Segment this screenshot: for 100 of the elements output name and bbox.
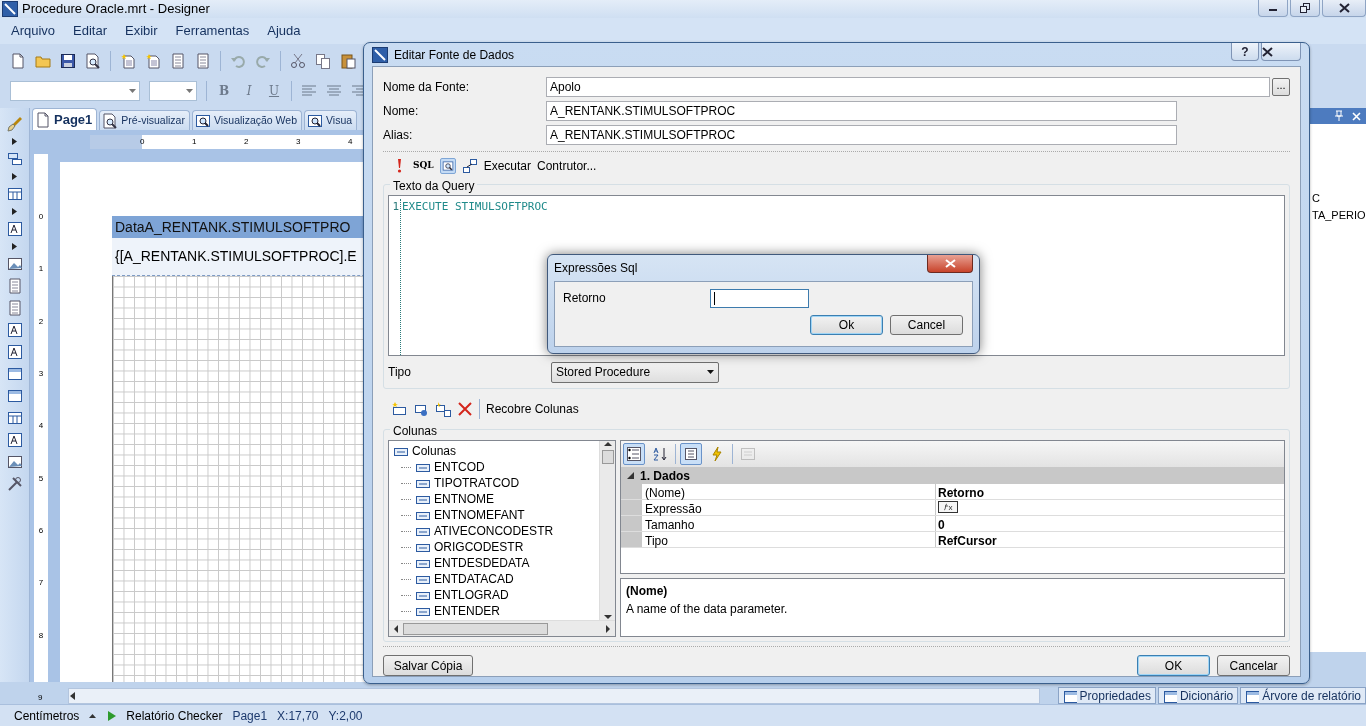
checker-label[interactable]: Relatório Checker <box>126 706 223 725</box>
menu-item[interactable]: Editar <box>64 21 117 41</box>
image-icon[interactable] <box>6 454 23 470</box>
tree-item[interactable]: ENTENDER <box>415 603 500 619</box>
tree-item[interactable]: ENTLOGRAD <box>415 587 509 603</box>
run-button[interactable]: Executar <box>483 157 532 175</box>
page-icon[interactable] <box>6 278 23 294</box>
cut-icon[interactable] <box>290 53 306 69</box>
tab[interactable]: Page1 <box>32 108 98 130</box>
textbox-icon[interactable] <box>6 344 23 360</box>
new-report-icon[interactable] <box>120 53 136 69</box>
retrieve-columns-button[interactable]: Recobre Colunas <box>486 400 579 418</box>
play-icon[interactable] <box>106 709 117 722</box>
dialog-button[interactable]: Salvar Cópia <box>383 655 473 676</box>
horizontal-scrollbar[interactable] <box>68 688 1040 704</box>
dialog-button[interactable]: Cancelar <box>1217 655 1290 676</box>
collapse-icon[interactable] <box>627 472 634 479</box>
scroll-left-icon[interactable] <box>393 624 399 633</box>
arrow-icon[interactable] <box>12 138 17 145</box>
menu-item[interactable]: Arquivo <box>2 21 65 41</box>
tree-item[interactable]: ENTNOMEFANT <box>415 507 525 523</box>
horizontal-scrollbar[interactable] <box>389 620 615 636</box>
new-page-icon[interactable] <box>145 53 161 69</box>
dock-tab[interactable]: Propriedades <box>1057 687 1156 704</box>
dialog-button[interactable]: OK <box>1137 655 1210 676</box>
categorized-button[interactable] <box>623 443 645 465</box>
page-icon[interactable] <box>6 300 23 316</box>
page-icon[interactable] <box>170 53 186 69</box>
tree-item[interactable]: ENTDATACAD <box>415 571 514 587</box>
up-arrow-icon[interactable] <box>89 713 97 718</box>
delete-icon[interactable] <box>457 401 473 417</box>
brush-icon[interactable] <box>6 116 23 132</box>
builder-icon[interactable] <box>461 158 478 174</box>
text-field[interactable]: A_RENTANK.STIMULSOFTPROC <box>546 125 1177 145</box>
panel-icon[interactable] <box>6 388 23 404</box>
arrow-icon[interactable] <box>12 243 17 250</box>
copy-icon[interactable] <box>315 53 331 69</box>
sql-button[interactable]: SQL <box>413 159 434 173</box>
close-icon[interactable] <box>1351 110 1362 122</box>
panel-icon[interactable] <box>6 366 23 382</box>
category-row[interactable]: 1. Dados <box>621 467 1284 484</box>
paste-icon[interactable] <box>340 53 356 69</box>
builder-button[interactable]: Contrutor... <box>537 157 597 175</box>
tools-icon[interactable] <box>6 476 23 492</box>
menu-item[interactable]: Exibir <box>116 21 167 41</box>
tab[interactable]: Visualização Web <box>191 110 302 130</box>
scroll-up-icon[interactable] <box>603 441 612 447</box>
input-field[interactable] <box>710 288 809 308</box>
tab[interactable]: Pré-visualizar <box>99 110 190 130</box>
tree-item[interactable]: TIPOTRATCOD <box>415 475 520 491</box>
restore-button[interactable] <box>1290 0 1320 17</box>
property-value[interactable]: Retorno <box>936 484 1284 499</box>
new-page-icon[interactable] <box>10 53 26 69</box>
tree-item[interactable]: ENTCOD <box>415 459 485 475</box>
arrow-icon[interactable] <box>12 173 17 180</box>
property-value[interactable]: RefCursor <box>936 532 1284 547</box>
scroll-left-icon[interactable] <box>69 692 78 700</box>
close-button[interactable] <box>927 255 973 273</box>
arrow-icon[interactable] <box>12 208 17 215</box>
browse-button[interactable]: ... <box>1272 78 1290 96</box>
scroll-right-icon[interactable] <box>605 624 611 633</box>
text-field[interactable]: A_RENTANK.STIMULSOFTPROC <box>546 101 1177 121</box>
scroll-thumb[interactable] <box>601 450 614 464</box>
text-field[interactable]: Apolo <box>546 77 1271 97</box>
textbox-icon[interactable] <box>6 432 23 448</box>
property-value[interactable]: 0 <box>936 516 1284 531</box>
expression-icon[interactable] <box>938 501 958 513</box>
pin-icon[interactable] <box>1333 110 1345 122</box>
save-icon[interactable] <box>60 53 76 69</box>
page-icon[interactable] <box>195 53 211 69</box>
table-icon[interactable] <box>6 186 23 202</box>
tree-item[interactable]: ATIVECONCODESTR <box>415 523 554 539</box>
help-button[interactable]: ? <box>1231 43 1259 61</box>
tree-item[interactable]: Colunas <box>393 443 599 459</box>
dialog-button[interactable]: Ok <box>810 315 883 335</box>
tree-item[interactable]: ENTDESDEDATA <box>415 555 530 571</box>
close-button[interactable] <box>1261 43 1301 61</box>
menu-item[interactable]: Ajuda <box>258 21 310 41</box>
tree-item[interactable]: ORIGCODESTR <box>415 539 524 555</box>
parameter-icon[interactable] <box>435 401 451 417</box>
bands-icon[interactable] <box>6 151 23 167</box>
dialog-button[interactable]: Cancel <box>890 315 963 335</box>
dock-tab[interactable]: Dicionário <box>1157 687 1239 704</box>
textbox-icon[interactable] <box>6 221 23 237</box>
table-icon[interactable] <box>6 410 23 426</box>
units-label[interactable]: Centímetros <box>14 706 80 725</box>
properties-button[interactable] <box>680 443 702 465</box>
new-column-icon[interactable] <box>391 401 407 417</box>
preview-icon[interactable] <box>85 53 101 69</box>
close-button[interactable] <box>1322 0 1366 17</box>
textbox-icon[interactable] <box>6 322 23 338</box>
tab[interactable]: Visua <box>304 110 358 130</box>
type-dropdown[interactable]: Stored Procedure <box>551 361 719 383</box>
tree-item[interactable]: ENTNOME <box>415 491 494 507</box>
minimize-button[interactable] <box>1258 0 1288 17</box>
scroll-thumb[interactable] <box>403 622 548 635</box>
vertical-scrollbar[interactable] <box>599 441 615 620</box>
image-icon[interactable] <box>6 256 23 272</box>
menu-item[interactable]: Ferramentas <box>166 21 259 41</box>
dock-tab[interactable]: Árvore de relatório <box>1240 687 1366 704</box>
